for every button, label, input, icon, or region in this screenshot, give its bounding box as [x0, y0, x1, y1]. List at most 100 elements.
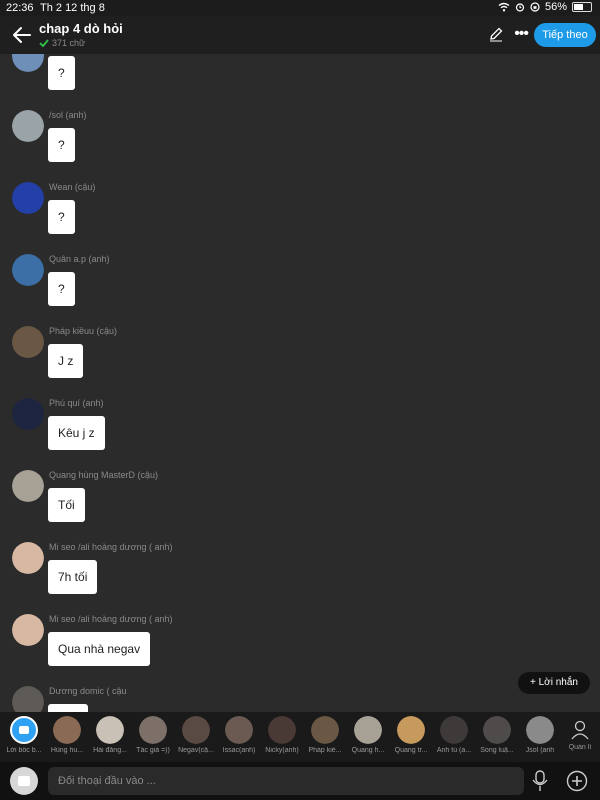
add-message-label: Lời nhắn [538, 677, 578, 688]
character-avatar [440, 716, 468, 744]
message-bubble[interactable]: Qua nhà negav [48, 632, 151, 666]
header-bar: chap 4 dò hỏi 371 chữ ••• Tiếp theo [0, 16, 600, 54]
sender-name: Dương domic ( cậu [49, 686, 127, 696]
message-bubble[interactable]: Kêu j z [48, 416, 105, 450]
alarm-icon [515, 3, 525, 12]
avatar-image [12, 182, 44, 214]
sender-name: Mi seo /ali hoàng dương ( anh) [49, 542, 173, 552]
message-bubble[interactable]: ? [48, 128, 75, 162]
sender-name: Phú quí (anh) [49, 398, 104, 408]
character-narration[interactable]: Lời bốc b... [4, 716, 44, 754]
character-avatar [311, 716, 339, 744]
avatar[interactable] [12, 326, 44, 358]
character-name: Jsol (anh [525, 747, 555, 754]
avatar-image [12, 470, 44, 502]
next-button[interactable]: Tiếp theo [534, 23, 596, 47]
message-bubble[interactable]: 7h tối [48, 560, 98, 594]
back-arrow-icon[interactable] [10, 23, 34, 47]
character-name: Hải đăng... [93, 747, 127, 754]
status-time: 22:36 [6, 2, 34, 14]
rotation-lock-icon [530, 2, 540, 12]
avatar[interactable] [12, 542, 44, 574]
person-icon [571, 720, 589, 740]
character-item[interactable]: Tác giả =)) [133, 716, 173, 754]
avatar-image [12, 542, 44, 574]
character-item[interactable]: Song luậ... [477, 716, 517, 754]
avatar-image [12, 686, 44, 712]
chat-bubble-icon[interactable] [10, 767, 38, 795]
character-avatar [483, 716, 511, 744]
character-item[interactable]: Pháp kiề... [305, 716, 345, 754]
character-item[interactable]: Negav(cậ... [176, 716, 216, 754]
battery-fill [574, 4, 583, 10]
avatar[interactable] [12, 110, 44, 142]
character-item[interactable]: Hùng hu... [47, 716, 87, 754]
avatar[interactable] [12, 54, 44, 72]
message-bubble[interactable]: ? [48, 56, 75, 90]
pencil-icon[interactable] [488, 26, 504, 42]
avatar-image [12, 110, 44, 142]
character-avatar [397, 716, 425, 744]
character-name: Negav(cậ... [178, 747, 214, 754]
character-name: Nicky(anh) [265, 747, 299, 754]
battery-icon [572, 2, 592, 12]
avatar-image [12, 254, 44, 286]
manage-characters[interactable]: Quản lí [562, 716, 598, 751]
message-bubble[interactable]: ? [48, 200, 75, 234]
message-bubble[interactable]: J z [48, 344, 84, 378]
manage-label: Quản lí [568, 744, 592, 751]
status-bar: 22:36 Th 2 12 thg 8 56% [0, 0, 600, 16]
battery-percent: 56% [544, 1, 567, 13]
sender-name: Wean (cậu) [49, 182, 96, 192]
character-name: Hùng hu... [50, 747, 84, 754]
message-bubble[interactable]: Tối [48, 488, 85, 522]
character-name: Lời bốc b... [6, 747, 42, 754]
sender-name: Quang hùng MasterD (cậu) [49, 470, 159, 480]
add-circle-icon[interactable] [566, 770, 588, 792]
message-bubble[interactable] [48, 704, 88, 712]
character-strip: Lời bốc b... Hùng hu... Hải đăng... Tác … [0, 712, 600, 762]
character-name: Anh tú (a... [436, 747, 472, 754]
status-right: 56% [498, 1, 592, 13]
status-date: Th 2 12 thg 8 [40, 2, 105, 14]
chat-area[interactable]: ? /sol (anh) ? Wean (cậu) ? Quân a.p (an… [0, 54, 600, 712]
character-avatar [526, 716, 554, 744]
character-avatar [139, 716, 167, 744]
character-item[interactable]: Anh tú (a... [434, 716, 474, 754]
more-options-icon[interactable]: ••• [514, 25, 529, 43]
check-icon [39, 39, 49, 48]
dialogue-input[interactable] [48, 767, 524, 795]
avatar[interactable] [12, 182, 44, 214]
sender-name: /sol (anh) [49, 110, 87, 120]
input-bar [0, 762, 600, 800]
character-avatar [96, 716, 124, 744]
sender-name: Quân a.p (anh) [49, 254, 110, 264]
plus-icon: + [530, 677, 536, 688]
word-count-label: 371 chữ [52, 38, 86, 48]
avatar[interactable] [12, 614, 44, 646]
character-item[interactable]: Jsol (anh [520, 716, 560, 754]
avatar[interactable] [12, 686, 44, 712]
avatar[interactable] [12, 470, 44, 502]
character-name: Pháp kiề... [308, 747, 342, 754]
character-item[interactable]: Hải đăng... [90, 716, 130, 754]
character-item[interactable]: Nicky(anh) [262, 716, 302, 754]
microphone-icon[interactable] [532, 770, 548, 792]
sender-name: Pháp kiềuu (cậu) [49, 326, 118, 336]
character-name: Quang tr... [394, 747, 428, 754]
message-bubble[interactable]: ? [48, 272, 75, 306]
character-item[interactable]: Quang h... [348, 716, 388, 754]
character-avatar [53, 716, 81, 744]
avatar[interactable] [12, 254, 44, 286]
character-name: Song luậ... [480, 747, 514, 754]
character-name: Quang h... [351, 747, 385, 754]
avatar-image [12, 614, 44, 646]
avatar-image [12, 54, 44, 72]
chapter-title: chap 4 dò hỏi [39, 21, 123, 36]
avatar-image [12, 326, 44, 358]
avatar[interactable] [12, 398, 44, 430]
add-message-button[interactable]: + Lời nhắn [518, 672, 590, 694]
character-item[interactable]: Quang tr... [391, 716, 431, 754]
character-item[interactable]: Issac(anh) [219, 716, 259, 754]
character-avatar [182, 716, 210, 744]
